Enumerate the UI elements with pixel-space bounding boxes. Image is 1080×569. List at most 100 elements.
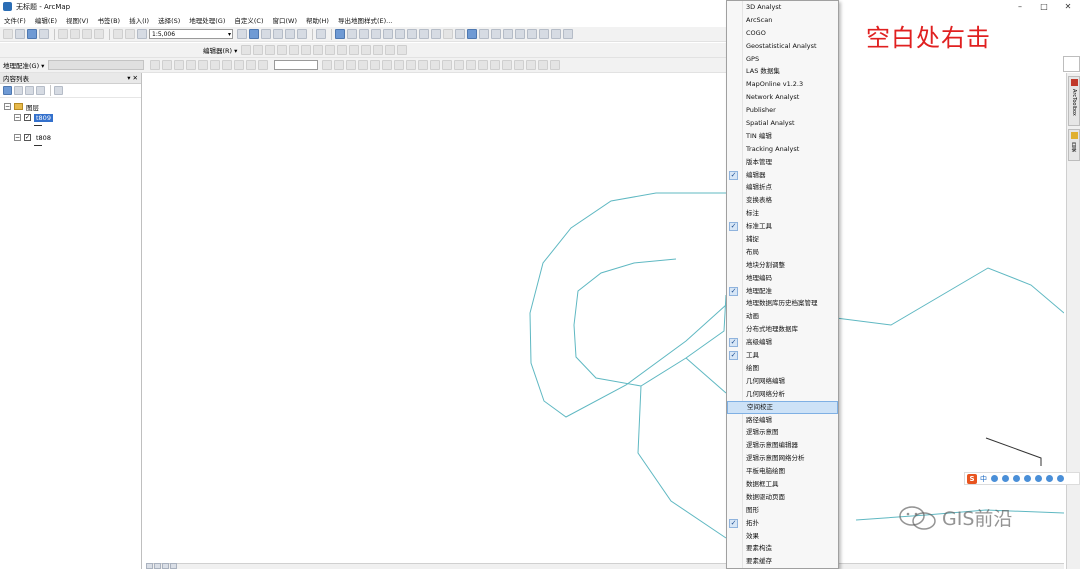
pause-drawing-icon[interactable] (170, 563, 177, 569)
pan-icon[interactable] (359, 29, 369, 39)
find-icon[interactable] (515, 29, 525, 39)
full-extent-icon[interactable] (371, 29, 381, 39)
context-menu-item[interactable]: 动画 (727, 310, 838, 323)
layer-row[interactable]: − ✓ t808 (4, 132, 141, 143)
add-data-icon[interactable] (137, 29, 147, 39)
line-intersection-icon[interactable] (370, 60, 381, 70)
delete-icon[interactable] (94, 29, 104, 39)
context-menu-item[interactable]: 地理编码 (727, 272, 838, 285)
connector-line-feature[interactable] (685, 357, 727, 394)
context-menu-item[interactable]: 布局 (727, 246, 838, 259)
redo-icon[interactable] (125, 29, 135, 39)
spatial-adjustment-icon[interactable] (418, 60, 429, 70)
sketch-properties-icon[interactable] (385, 45, 396, 55)
ime-tools-icon[interactable] (1057, 475, 1064, 482)
context-menu-item[interactable]: Geostatistical Analyst (727, 40, 838, 53)
context-menu-item[interactable]: 地理数据库历史档案管理 (727, 297, 838, 310)
print-icon[interactable] (39, 29, 49, 39)
undo-icon[interactable] (113, 29, 123, 39)
ime-user-icon[interactable] (1035, 475, 1042, 482)
copy-features-icon[interactable] (322, 60, 333, 70)
context-menu-item[interactable]: 几何网络编辑 (727, 375, 838, 388)
cut-icon[interactable] (58, 29, 68, 39)
context-menu-item[interactable]: 变换表格 (727, 194, 838, 207)
ime-keyboard-icon[interactable] (1024, 475, 1031, 482)
context-menu-item[interactable]: 路径编辑 (727, 414, 838, 427)
close-button[interactable]: ✕ (1056, 0, 1080, 13)
shift-icon[interactable] (162, 60, 173, 70)
limited-adjustment-icon[interactable] (478, 60, 489, 70)
ime-skin-icon[interactable] (1046, 475, 1053, 482)
split-tool-icon[interactable] (349, 45, 360, 55)
reshape-feature-icon[interactable] (325, 45, 336, 55)
menu-edit[interactable]: 编辑(E) (35, 15, 57, 25)
context-menu-item[interactable]: ✓ 高级编辑 (727, 336, 838, 349)
radial-line-feature[interactable] (637, 385, 727, 539)
layer-visibility-checkbox[interactable]: ✓ (24, 114, 31, 121)
go-to-xy-icon[interactable] (539, 29, 549, 39)
georef-layer-dropdown[interactable] (48, 60, 145, 70)
ime-logo-icon[interactable]: S (967, 473, 977, 484)
forward-extent-icon[interactable] (419, 29, 429, 39)
preview-window-icon[interactable] (526, 60, 537, 70)
context-menu-item[interactable]: GPS (727, 53, 838, 66)
copy-icon[interactable] (70, 29, 80, 39)
ime-mode[interactable]: 中 (980, 474, 987, 484)
chevron-down-icon[interactable]: ▾ (228, 30, 231, 39)
collapse-icon[interactable]: − (14, 114, 21, 121)
catalog-icon[interactable] (261, 29, 271, 39)
trace-icon[interactable] (289, 45, 300, 55)
fixed-zoom-out-icon[interactable] (395, 29, 405, 39)
menu-windows[interactable]: 窗口(W) (273, 15, 298, 25)
menu-bookmarks[interactable]: 书签(B) (98, 15, 121, 25)
save-icon[interactable] (27, 29, 37, 39)
point-icon[interactable] (301, 45, 312, 55)
extend-icon[interactable] (346, 60, 357, 70)
context-menu-item[interactable]: 捕捉 (727, 233, 838, 246)
add-control-points-icon[interactable] (174, 60, 185, 70)
edge-match-icon[interactable] (538, 60, 549, 70)
context-menu-item[interactable]: Publisher (727, 104, 838, 117)
context-menu-item[interactable]: 图形 (727, 504, 838, 517)
toc-options-icon[interactable] (54, 86, 63, 95)
menu-export-map-style[interactable]: 导出地图样式(E)... (338, 15, 392, 25)
data-view-icon[interactable] (146, 563, 153, 569)
context-menu-item[interactable]: 绘图 (727, 362, 838, 375)
paste-icon[interactable] (82, 29, 92, 39)
layer-name[interactable]: t808 (34, 134, 53, 142)
context-menu-item[interactable]: 3D Analyst (727, 1, 838, 14)
refresh-view-icon[interactable] (162, 563, 169, 569)
select-features-icon[interactable] (431, 29, 441, 39)
rotate-tool-icon[interactable] (361, 45, 372, 55)
edit-tool-icon[interactable] (241, 45, 252, 55)
context-menu-item[interactable]: 要素构造 (727, 542, 838, 555)
search-window-icon[interactable] (273, 29, 283, 39)
map-display[interactable] (146, 73, 1064, 563)
html-popup-icon[interactable] (491, 29, 501, 39)
map-canvas[interactable] (146, 73, 1064, 563)
layer-name[interactable]: t809 (34, 113, 53, 122)
menu-selection[interactable]: 选择(S) (158, 15, 180, 25)
context-menu-item[interactable]: MapOnline v1.2.3 (727, 78, 838, 91)
collapse-icon[interactable]: − (4, 103, 11, 110)
context-menu-item[interactable]: ✓ 拓扑 (727, 517, 838, 530)
layer-group-label[interactable]: 图层 (26, 102, 39, 112)
context-menu-item[interactable]: 编辑折点 (727, 181, 838, 194)
context-menu-item[interactable]: COGO (727, 27, 838, 40)
context-menu-item[interactable]: 逻辑示意图网络分析 (727, 452, 838, 465)
georeferencing-menu-button[interactable]: 地理配准(G) ▾ (3, 60, 44, 70)
edit-annotation-icon[interactable] (253, 45, 264, 55)
error-inspector-icon[interactable] (258, 60, 269, 70)
menu-file[interactable]: 文件(F) (4, 15, 26, 25)
table-of-contents-icon[interactable] (249, 29, 259, 39)
editor-menu-button[interactable]: 编辑器(R) ▾ (203, 45, 237, 55)
select-elements-icon[interactable] (455, 29, 465, 39)
topology-edit-icon[interactable] (198, 60, 209, 70)
catalog-tab[interactable]: 目录 (1068, 129, 1080, 161)
cut-polygons-icon[interactable] (337, 45, 348, 55)
map-scale-combobox[interactable]: 1:5,006 ▾ (149, 29, 233, 39)
layer-symbol[interactable] (34, 125, 42, 126)
ime-emoji-icon[interactable] (1002, 475, 1009, 482)
arctoolbox-tab[interactable]: ArcToolbox (1068, 76, 1080, 126)
fix-topology-error-icon[interactable] (246, 60, 257, 70)
